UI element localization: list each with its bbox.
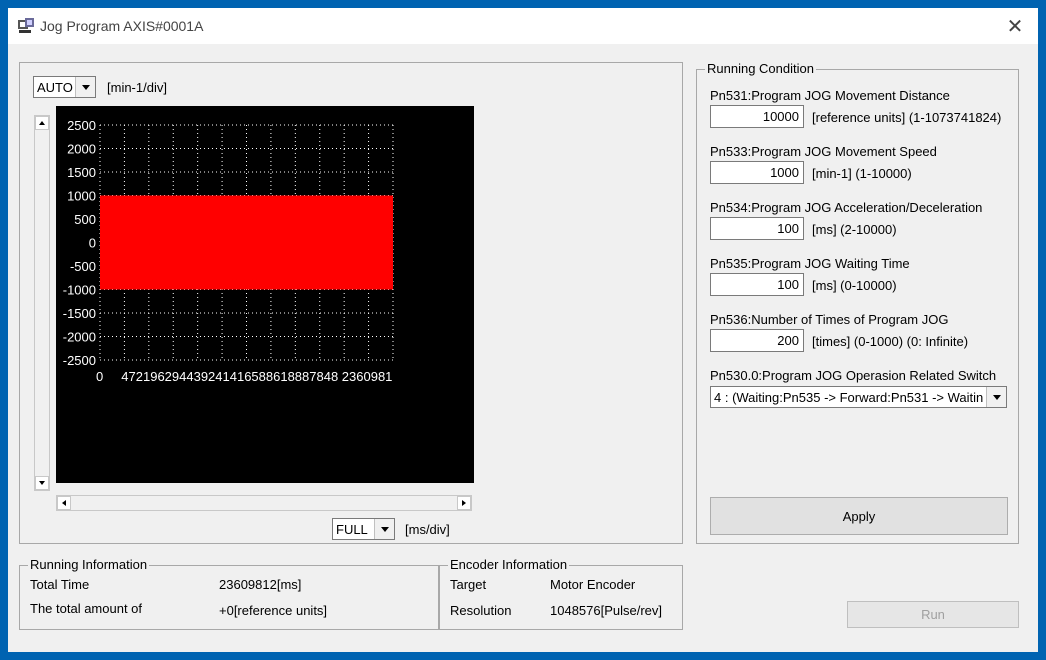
param-label-pn536: Pn536:Number of Times of Program JOG [710,312,949,327]
y-tick-label: -2500 [63,353,96,368]
scroll-up-button[interactable] [35,116,49,130]
x-tick-labels: 0 472196294439241416588618887848 2360981 [96,369,392,384]
jog-program-window: Jog Program AXIS#0001A ✕ AUTO [min-1/div… [8,8,1038,652]
chart-background [56,106,474,483]
y-tick-label: -1500 [63,306,96,321]
running-condition-title: Running Condition [705,61,816,76]
running-condition-group: Running Condition Pn531:Program JOG Move… [696,61,1019,544]
target-value: Motor Encoder [550,577,636,592]
param-unit-pn536: [times] (0-1000) (0: Infinite) [812,334,969,349]
x-scale-unit: [ms/div] [405,522,450,537]
total-time-label: Total Time [30,577,90,592]
title-bar: Jog Program AXIS#0001A ✕ [8,8,1038,44]
switch-label-pn530: Pn530.0:Program JOG Operasion Related Sw… [710,368,997,383]
param-unit-pn533: [min-1] (1-10000) [812,166,912,181]
chevron-down-icon [374,519,394,539]
running-information-title: Running Information [28,557,150,572]
param-unit-pn535: [ms] (0-10000) [812,278,897,293]
y-tick-label: 500 [74,212,96,227]
param-label-pn534: Pn534:Program JOG Acceleration/Decelerat… [710,200,983,215]
total-amount-value: +0[reference units] [219,603,328,618]
speed-band [100,195,393,290]
pn530-switch-select[interactable]: 4 : (Waiting:Pn535 -> Forward:Pn531 -> W… [710,386,1007,408]
pn533-input[interactable]: 1000 [710,161,804,184]
scroll-down-button[interactable] [35,476,49,490]
horizontal-scrollbar[interactable] [56,495,472,511]
target-label: Target [450,577,487,592]
arrow-up-icon [39,121,45,125]
y-tick-label: 1500 [67,165,96,180]
pn534-input[interactable]: 100 [710,217,804,240]
pn535-input[interactable]: 100 [710,273,804,296]
y-tick-label: 0 [89,236,96,251]
arrow-left-icon [62,500,66,506]
total-time-value: 23609812[ms] [219,577,302,592]
app-icon [18,18,34,33]
param-label-pn535: Pn535:Program JOG Waiting Time [710,256,910,271]
chevron-down-icon [986,387,1006,407]
y-scale-select[interactable]: AUTO [33,76,96,98]
jog-chart: 2500 2000 1500 1000 500 0 -500 -1000 -1500 -2000 -… [56,106,474,483]
close-icon: ✕ [1006,15,1024,38]
running-information-group: Running Information Total Time 23609812[… [19,557,439,630]
y-tick-label: 1000 [67,189,96,204]
param-label-pn531: Pn531:Program JOG Movement Distance [710,88,950,103]
y-tick-label: -1000 [63,283,96,298]
y-scale-unit: [min-1/div] [107,80,167,95]
scroll-left-button[interactable] [57,496,71,510]
arrow-down-icon [39,481,45,485]
resolution-label: Resolution [450,603,512,618]
window-title: Jog Program AXIS#0001A [40,18,204,34]
pn531-input[interactable]: 10000 [710,105,804,128]
close-button[interactable]: ✕ [992,8,1038,44]
y-tick-label: -500 [70,259,96,274]
pn536-input[interactable]: 200 [710,329,804,352]
y-tick-label: 2000 [67,142,96,157]
x-scale-select[interactable]: FULL [332,518,395,540]
y-tick-label: 2500 [67,118,96,133]
encoder-information-title: Encoder Information [448,557,570,572]
total-amount-label: The total amount of [30,601,143,616]
resolution-value: 1048576[Pulse/rev] [550,603,663,618]
param-unit-pn531: [reference units] (1-1073741824) [812,110,1002,125]
param-label-pn533: Pn533:Program JOG Movement Speed [710,144,937,159]
scroll-right-button[interactable] [457,496,471,510]
arrow-right-icon [462,500,466,506]
apply-button[interactable]: Apply [710,497,1008,535]
chevron-down-icon [75,77,95,97]
y-tick-label: -2000 [63,330,96,345]
param-unit-pn534: [ms] (2-10000) [812,222,897,237]
encoder-information-group: Encoder Information Target Motor Encoder… [439,557,683,630]
vertical-scrollbar[interactable] [34,115,50,491]
run-button[interactable]: Run [847,601,1019,628]
graph-panel: AUTO [min-1/div] 2500 2000 1500 1000 500 0 -50… [19,62,683,544]
